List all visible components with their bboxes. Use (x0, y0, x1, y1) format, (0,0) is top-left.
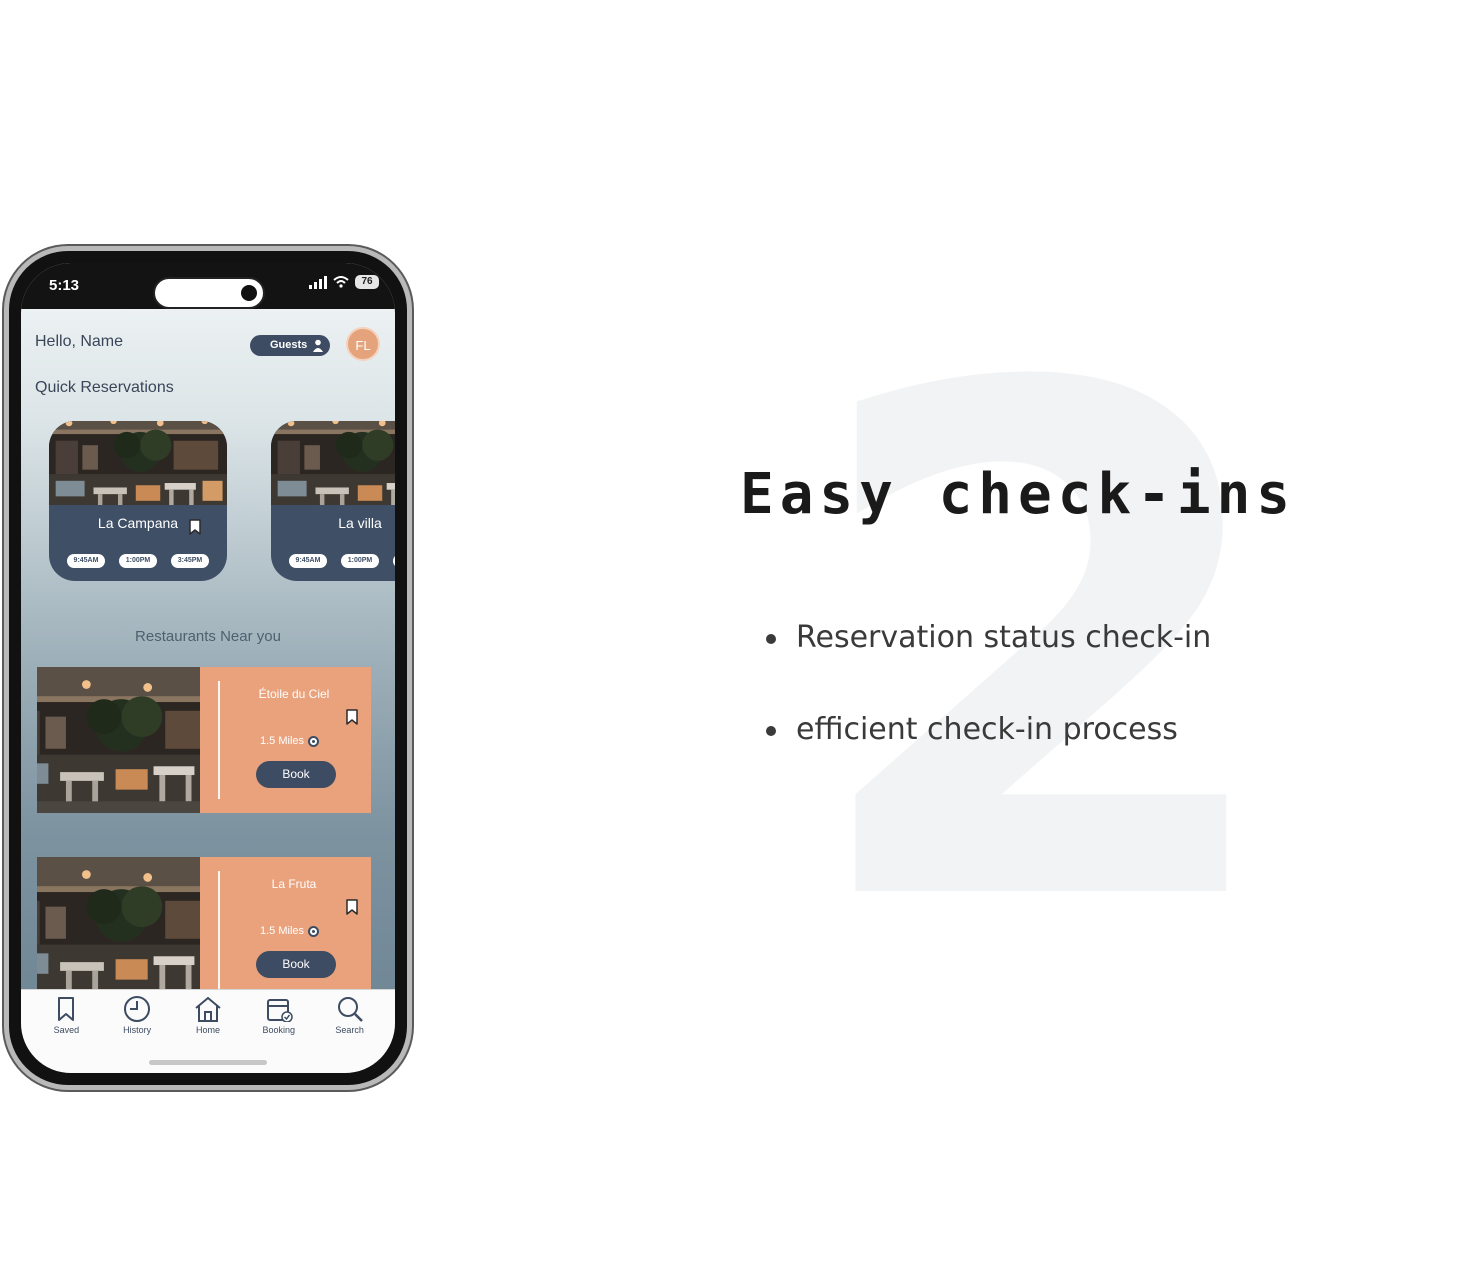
greeting-text: Hello, Name (35, 333, 124, 350)
home-icon (195, 996, 221, 1022)
location-pin-icon (308, 735, 320, 747)
nearby-title: Restaurants Near you (135, 628, 281, 645)
feature-bullet-list: Reservation status check-in efficient ch… (766, 616, 1211, 800)
time-slot-button[interactable]: 3:45PM (171, 554, 209, 568)
time-slot-button[interactable]: 9:45AM (67, 554, 105, 568)
feature-bullet-text: efficient check-in process (796, 712, 1178, 747)
dynamic-island (153, 277, 265, 309)
status-bar: 5:13 76 (21, 263, 395, 309)
distance-text: 1.5 Miles (260, 735, 305, 747)
camera-icon (241, 285, 257, 301)
book-button[interactable]: Book (256, 761, 336, 788)
person-icon (313, 339, 323, 352)
feature-bullet-text: Reservation status check-in (796, 620, 1212, 655)
tab-label: History (123, 1025, 152, 1035)
quick-reservation-name: La villa (338, 515, 382, 531)
time-slot-button[interactable] (393, 554, 395, 568)
tab-label: Booking (262, 1025, 296, 1035)
wifi-icon (333, 276, 349, 288)
time-slot-button[interactable]: 9:45AM (289, 554, 327, 568)
bullet-dot-icon (766, 726, 776, 736)
quick-reservations-title: Quick Reservations (35, 379, 174, 396)
tab-label: Home (195, 1025, 220, 1035)
restaurant-info: Étoile du Ciel 1.5 Miles Book (200, 667, 371, 813)
bookmark-icon[interactable] (346, 899, 358, 915)
restaurant-info: La Fruta 1.5 Miles Book (200, 857, 371, 1003)
tab-label: Saved (53, 1025, 80, 1035)
quick-reservation-card[interactable]: La Campana 9:45AM 1:00PM 3:45PM (49, 421, 227, 581)
bookmark-icon (58, 997, 75, 1021)
status-time: 5:13 (49, 277, 80, 294)
time-slot-button[interactable]: 1:00PM (341, 554, 379, 568)
bookmark-icon[interactable] (346, 709, 358, 725)
restaurant-card[interactable]: La Fruta 1.5 Miles Book (37, 857, 371, 1003)
phone-screen: 5:13 76 Hello, Name Guests FL Quick Rese… (21, 263, 395, 1073)
bookmark-icon[interactable] (189, 519, 201, 535)
clock-icon (124, 996, 151, 1022)
restaurant-photo (271, 421, 395, 505)
time-slot-list: 9:45AM 1:00PM (289, 554, 395, 568)
slide-title: Easy check-ins (740, 462, 1297, 527)
restaurant-photo (49, 421, 227, 505)
divider (218, 681, 220, 799)
restaurant-photo (37, 857, 200, 1003)
tab-search[interactable]: Search (320, 996, 380, 1073)
guests-button[interactable]: Guests (250, 335, 330, 356)
tab-label: Search (335, 1025, 364, 1035)
divider (218, 871, 220, 989)
restaurant-name: Étoile du Ciel (258, 687, 330, 701)
signal-icon (309, 275, 327, 289)
guests-button-label: Guests (270, 339, 308, 351)
search-icon (337, 997, 363, 1022)
battery-indicator: 76 (355, 275, 379, 289)
phone-mockup: 5:13 76 Hello, Name Guests FL Quick Rese… (4, 246, 412, 1090)
tab-saved[interactable]: Saved (36, 996, 96, 1073)
feature-bullet: Reservation status check-in (766, 616, 1211, 708)
tab-bar: Saved History Home Booking Search (21, 989, 395, 1073)
restaurant-card[interactable]: Étoile du Ciel 1.5 Miles Book (37, 667, 371, 813)
status-icons: 76 (309, 275, 379, 289)
distance-text: 1.5 Miles (260, 925, 305, 937)
restaurant-name: La Fruta (271, 877, 317, 891)
bullet-dot-icon (766, 634, 776, 644)
calendar-check-icon (266, 999, 293, 1022)
time-slot-list: 9:45AM 1:00PM 3:45PM (67, 554, 209, 568)
time-slot-button[interactable]: 1:00PM (119, 554, 157, 568)
home-indicator[interactable] (149, 1060, 267, 1065)
quick-reservation-card[interactable]: La villa 9:45AM 1:00PM (271, 421, 395, 581)
book-button[interactable]: Book (256, 951, 336, 978)
avatar[interactable]: FL (346, 327, 380, 361)
restaurant-photo (37, 667, 200, 813)
restaurant-distance: 1.5 Miles (260, 735, 320, 747)
restaurant-distance: 1.5 Miles (260, 925, 320, 937)
location-pin-icon (308, 925, 320, 937)
feature-bullet: efficient check-in process (766, 708, 1211, 800)
